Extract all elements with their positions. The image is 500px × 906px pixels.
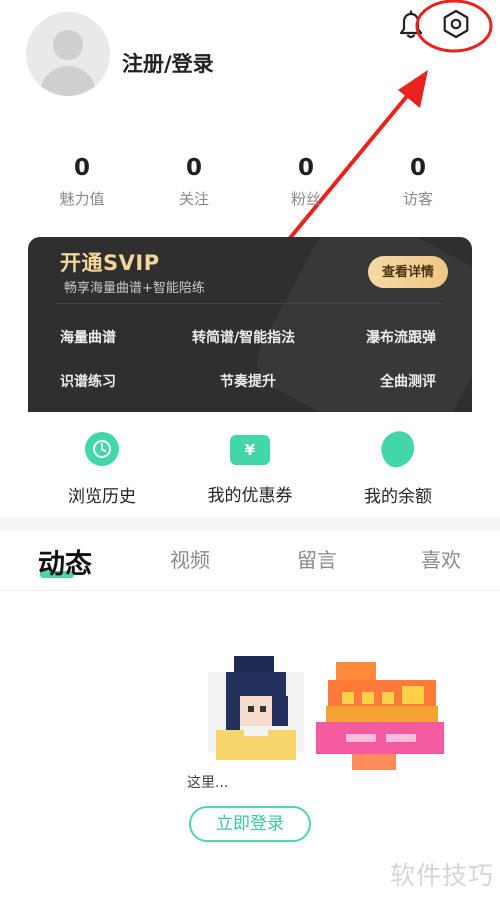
quick-action-balance-label: 我的余额 bbox=[364, 487, 432, 507]
stat-following-label: 关注 bbox=[178, 190, 209, 208]
svip-divider bbox=[56, 303, 444, 304]
stat-charm[interactable]: 0 魅力值 bbox=[42, 154, 122, 209]
stat-charm-value: 0 bbox=[73, 155, 90, 181]
stat-visitors[interactable]: 0 访客 bbox=[378, 154, 458, 209]
empty-state-gift-illustration bbox=[316, 662, 444, 770]
svip-feature-waterfall: 瀑布流跟弹 bbox=[366, 330, 436, 346]
coupon-icon: ¥ bbox=[230, 435, 270, 465]
section-divider bbox=[0, 518, 500, 530]
stat-following[interactable]: 0 关注 bbox=[154, 154, 234, 209]
svip-view-details-button[interactable]: 查看详情 bbox=[368, 256, 448, 288]
stat-fans-value: 0 bbox=[297, 155, 314, 181]
quick-action-history-label: 浏览历史 bbox=[68, 487, 136, 507]
svip-feature-evaluation: 全曲测评 bbox=[380, 374, 436, 390]
stat-charm-label: 魅力值 bbox=[59, 190, 105, 208]
quick-action-balance[interactable]: 我的余额 bbox=[338, 426, 458, 507]
stat-visitors-value: 0 bbox=[409, 155, 426, 181]
svip-feature-rhythm: 节奏提升 bbox=[220, 374, 276, 390]
avatar[interactable] bbox=[26, 12, 110, 96]
tab-dynamic[interactable]: 动态 bbox=[38, 542, 92, 581]
svip-subtitle: 畅享海量曲谱+智能陪练 bbox=[64, 281, 205, 296]
stat-visitors-label: 访客 bbox=[402, 190, 433, 208]
avatar-placeholder-body bbox=[40, 66, 96, 96]
empty-state-girl-illustration bbox=[208, 656, 304, 760]
watermark: 软件技巧 bbox=[389, 861, 494, 890]
stat-following-value: 0 bbox=[185, 155, 202, 181]
svip-feature-notation: 转简谱/智能指法 bbox=[192, 330, 296, 346]
balance-icon bbox=[375, 426, 421, 472]
tab-bar-divider bbox=[0, 590, 500, 591]
tab-videos[interactable]: 视频 bbox=[170, 544, 210, 573]
clock-icon bbox=[85, 432, 119, 466]
empty-state-message: 这里... bbox=[187, 775, 229, 791]
avatar-placeholder-head bbox=[53, 30, 83, 60]
svg-text:¥: ¥ bbox=[245, 441, 256, 459]
svip-feature-sight-reading: 识谱练习 bbox=[60, 374, 116, 390]
quick-action-history[interactable]: 浏览历史 bbox=[42, 432, 162, 507]
login-register-link[interactable]: 注册/登录 bbox=[122, 48, 214, 78]
quick-action-coupons[interactable]: ¥ 我的优惠券 bbox=[190, 432, 310, 506]
svip-title: 开通SVIP bbox=[60, 251, 160, 275]
stat-fans-label: 粉丝 bbox=[290, 190, 321, 208]
tab-likes[interactable]: 喜欢 bbox=[421, 544, 461, 573]
stat-fans[interactable]: 0 粉丝 bbox=[266, 154, 346, 209]
login-now-button[interactable]: 立即登录 bbox=[189, 806, 311, 842]
svip-feature-scores: 海量曲谱 bbox=[60, 330, 116, 346]
annotation-highlight-circle bbox=[415, 0, 493, 53]
tab-messages[interactable]: 留言 bbox=[297, 544, 337, 573]
quick-action-coupons-label: 我的优惠券 bbox=[207, 486, 293, 506]
svip-promo-card[interactable]: 开通SVIP 畅享海量曲谱+智能陪练 查看详情 海量曲谱 转简谱/智能指法 瀑布… bbox=[28, 237, 472, 412]
